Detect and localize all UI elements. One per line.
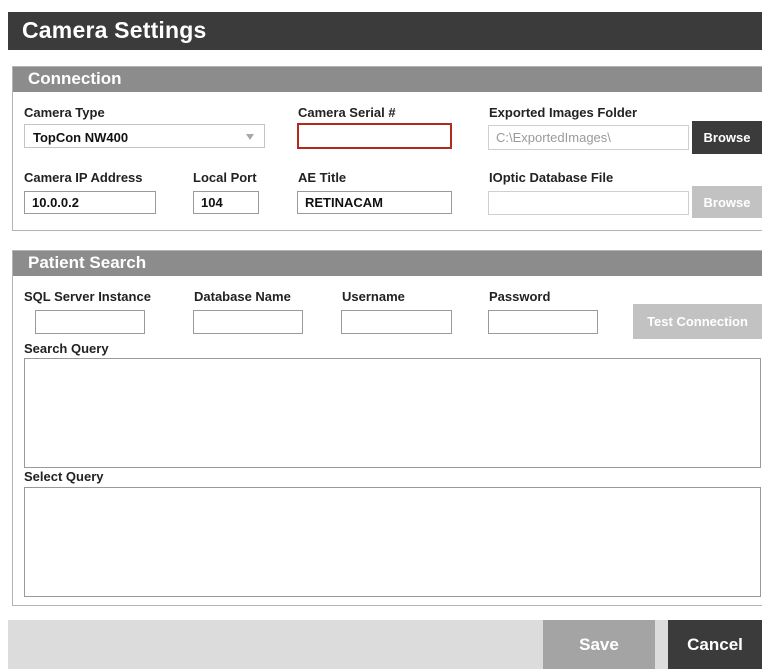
patient-search-header: Patient Search xyxy=(13,251,762,276)
ioptic-db-input[interactable] xyxy=(488,191,689,215)
ae-title-input[interactable] xyxy=(297,191,452,214)
password-input[interactable] xyxy=(488,310,598,334)
camera-ip-label: Camera IP Address xyxy=(24,170,143,185)
local-port-input[interactable] xyxy=(193,191,259,214)
ioptic-db-label: IOptic Database File xyxy=(489,170,614,185)
database-name-input[interactable] xyxy=(193,310,303,334)
select-query-label: Select Query xyxy=(24,469,104,484)
password-label: Password xyxy=(489,289,551,304)
ioptic-db-browse-button[interactable]: Browse xyxy=(692,186,762,218)
connection-header: Connection xyxy=(13,67,762,92)
search-query-textarea[interactable] xyxy=(24,358,761,468)
exported-images-label: Exported Images Folder xyxy=(489,105,638,120)
exported-images-input[interactable] xyxy=(488,125,689,150)
save-button[interactable]: Save xyxy=(543,620,655,669)
cancel-button[interactable]: Cancel xyxy=(668,620,762,669)
camera-ip-input[interactable] xyxy=(24,191,156,214)
ae-title-label: AE Title xyxy=(298,170,347,185)
camera-type-select[interactable]: TopCon NW400 xyxy=(24,124,265,148)
camera-type-label: Camera Type xyxy=(24,105,105,120)
camera-serial-input[interactable] xyxy=(297,123,452,149)
sql-server-input[interactable] xyxy=(35,310,145,334)
database-name-label: Database Name xyxy=(194,289,291,304)
chevron-down-icon xyxy=(246,134,254,140)
window-title: Camera Settings xyxy=(8,12,762,50)
select-query-textarea[interactable] xyxy=(24,487,761,597)
sql-server-label: SQL Server Instance xyxy=(24,289,151,304)
local-port-label: Local Port xyxy=(193,170,257,185)
exported-images-browse-button[interactable]: Browse xyxy=(692,121,762,154)
username-input[interactable] xyxy=(341,310,452,334)
camera-type-value: TopCon NW400 xyxy=(33,130,129,145)
search-query-label: Search Query xyxy=(24,341,109,356)
username-label: Username xyxy=(342,289,405,304)
test-connection-button[interactable]: Test Connection xyxy=(633,304,762,339)
camera-serial-label: Camera Serial # xyxy=(298,105,396,120)
